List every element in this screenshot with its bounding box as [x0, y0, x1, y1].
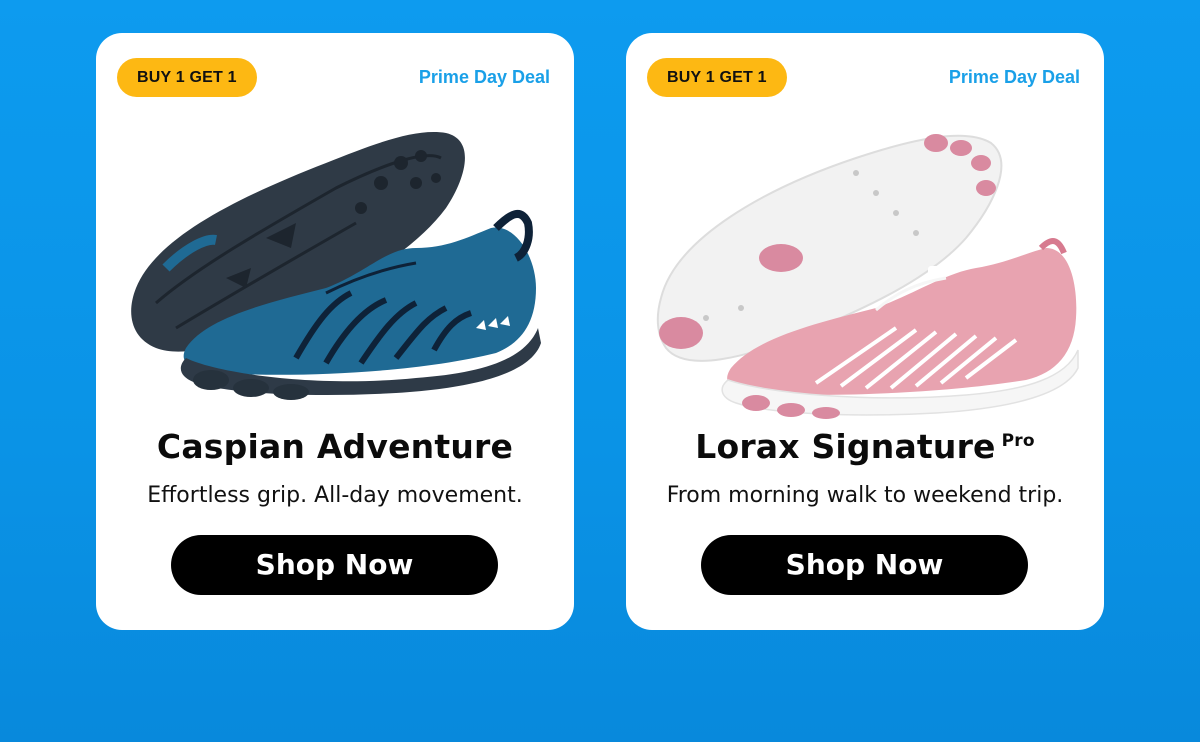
- product-tagline: Effortless grip. All-day movement.: [147, 483, 523, 508]
- product-card-caspian[interactable]: BUY 1 GET 1 Prime Day Deal Caspian Adven…: [96, 33, 574, 630]
- product-image-caspian[interactable]: [116, 88, 556, 428]
- product-card-lorax[interactable]: BUY 1 GET 1 Prime Day Deal Lorax Signatu…: [626, 33, 1104, 630]
- product-title: Caspian Adventure: [156, 427, 514, 466]
- deal-label: Prime Day Deal: [948, 67, 1080, 87]
- product-tagline: From morning walk to weekend trip.: [666, 483, 1064, 508]
- deal-label: Prime Day Deal: [418, 67, 550, 87]
- shop-now-button[interactable]: Shop Now: [171, 535, 498, 595]
- shop-now-button[interactable]: Shop Now: [701, 535, 1028, 595]
- product-title-suffix: Pro: [1001, 431, 1035, 451]
- product-title: Lorax Signature Pro: [695, 427, 1035, 466]
- product-image-lorax[interactable]: [646, 88, 1086, 428]
